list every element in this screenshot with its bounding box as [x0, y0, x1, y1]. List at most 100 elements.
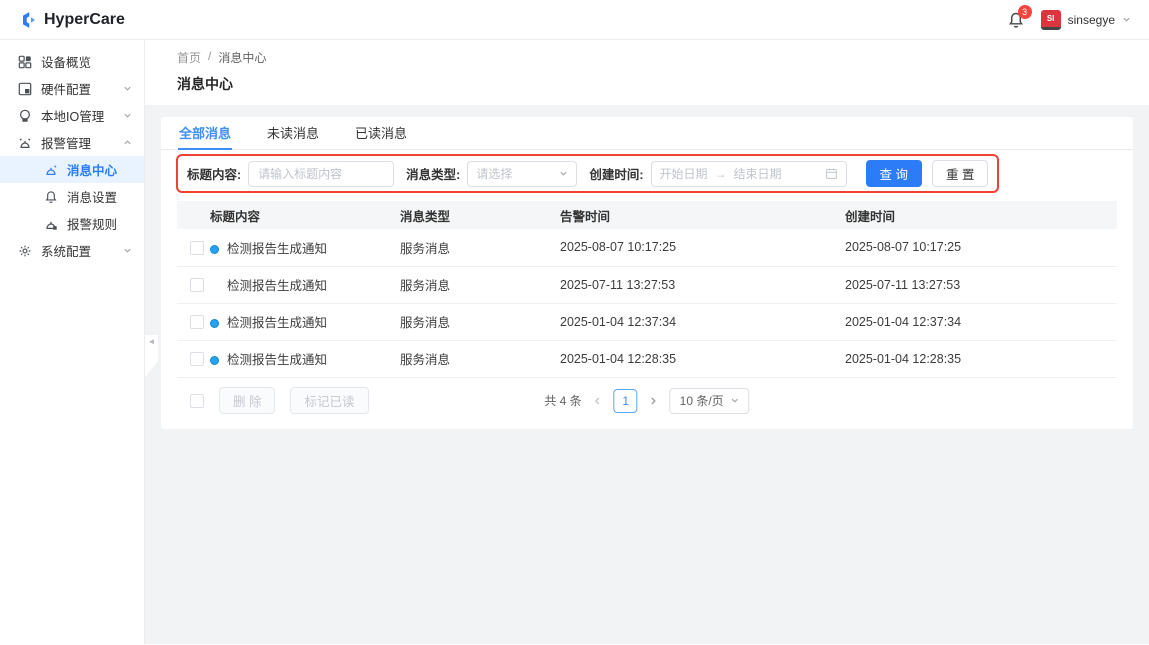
table-footer: 删 除 标记已读 共 4 条 1 10 条/页 — [177, 387, 1117, 415]
brand-logo-icon — [18, 10, 38, 30]
message-title[interactable]: 检测报告生成通知 — [227, 279, 327, 293]
alarm-icon — [18, 136, 32, 150]
username: sinsegye — [1068, 13, 1115, 27]
page-size-select[interactable]: 10 条/页 — [670, 388, 750, 414]
tab-read-messages[interactable]: 已读消息 — [354, 117, 408, 149]
chevron-down-icon — [123, 84, 132, 93]
sidebar-item-label: 报警管理 — [41, 133, 91, 152]
page-size-value: 10 条/页 — [680, 392, 724, 409]
sidebar-item-label: 消息设置 — [67, 187, 117, 206]
bell-icon — [44, 190, 58, 204]
io-management-icon — [18, 109, 32, 123]
sidebar-item-device-overview[interactable]: 设备概览 — [0, 48, 144, 75]
page-title: 消息中心 — [177, 74, 1117, 94]
sidebar-item-system-config[interactable]: 系统配置 — [0, 237, 144, 264]
create-time: 2025-08-07 10:17:25 — [845, 229, 1117, 266]
chevron-up-icon — [123, 138, 132, 147]
reset-button[interactable]: 重 置 — [932, 160, 988, 187]
title-filter-input[interactable] — [248, 161, 394, 187]
top-bar: HyperCare 3 SI sinsegye — [0, 0, 1149, 40]
column-header-title: 标题内容 — [210, 201, 400, 229]
breadcrumb: 首页 / 消息中心 — [177, 49, 1117, 66]
sidebar-item-alarm-rules[interactable]: 报警规则 — [0, 210, 144, 237]
message-type: 服务消息 — [400, 229, 560, 266]
avatar: SI — [1041, 10, 1061, 30]
sidebar-item-label: 消息中心 — [67, 160, 117, 179]
breadcrumb-home[interactable]: 首页 — [177, 49, 201, 66]
layout: 设备概览 硬件配置 本地IO管理 报警管理 消 — [0, 40, 1149, 644]
message-title[interactable]: 检测报告生成通知 — [227, 242, 327, 256]
chevron-down-icon — [731, 396, 740, 405]
message-title[interactable]: 检测报告生成通知 — [227, 316, 327, 330]
page-number-button[interactable]: 1 — [614, 389, 638, 413]
filter-bar-annotation: 标题内容: 消息类型: 请选择 创建时间: 开始日期 → 结束日期 查 询 — [176, 154, 999, 193]
search-button[interactable]: 查 询 — [866, 160, 922, 187]
column-header-create-time: 创建时间 — [845, 201, 1117, 229]
calendar-icon — [825, 167, 838, 180]
alarm-rule-icon — [44, 217, 58, 231]
topbar-right: 3 SI sinsegye — [1007, 10, 1131, 30]
message-tabs: 全部消息 未读消息 已读消息 — [161, 117, 1133, 150]
type-filter-label: 消息类型: — [406, 164, 460, 183]
pagination-total: 共 4 条 — [544, 392, 581, 409]
tab-unread-messages[interactable]: 未读消息 — [266, 117, 320, 149]
chevron-down-icon — [1122, 15, 1131, 24]
chevron-down-icon — [123, 111, 132, 120]
unread-dot-icon — [210, 319, 219, 328]
alarm-time: 2025-07-11 13:27:53 — [560, 266, 845, 303]
row-checkbox[interactable] — [190, 315, 204, 329]
start-date-placeholder: 开始日期 — [660, 165, 708, 182]
notifications-button[interactable]: 3 — [1007, 11, 1025, 29]
checkbox-column-header — [177, 201, 210, 229]
type-filter-select[interactable]: 请选择 — [467, 161, 577, 187]
message-table: 标题内容 消息类型 告警时间 创建时间 检测报告生成通知 服务消息 2025-0… — [177, 201, 1117, 378]
unread-dot-icon — [210, 356, 219, 365]
sidebar-item-local-io[interactable]: 本地IO管理 — [0, 102, 144, 129]
message-type: 服务消息 — [400, 303, 560, 340]
time-filter-label: 创建时间: — [589, 164, 643, 183]
date-range-picker[interactable]: 开始日期 → 结束日期 — [651, 161, 847, 187]
gear-icon — [18, 244, 32, 258]
range-arrow: → — [715, 167, 727, 181]
alarm-time: 2025-01-04 12:28:35 — [560, 340, 845, 377]
end-date-placeholder: 结束日期 — [734, 165, 782, 182]
row-checkbox[interactable] — [190, 241, 204, 255]
mark-read-button[interactable]: 标记已读 — [290, 387, 368, 414]
notification-badge: 3 — [1018, 5, 1032, 19]
sidebar-item-label: 系统配置 — [41, 241, 91, 260]
user-menu[interactable]: SI sinsegye — [1041, 10, 1131, 30]
column-header-type: 消息类型 — [400, 201, 560, 229]
select-all-checkbox[interactable] — [190, 394, 204, 408]
alarm-time: 2025-01-04 12:37:34 — [560, 303, 845, 340]
sidebar-item-hardware-config[interactable]: 硬件配置 — [0, 75, 144, 102]
row-checkbox[interactable] — [190, 352, 204, 366]
sidebar-item-message-settings[interactable]: 消息设置 — [0, 183, 144, 210]
brand-name: HyperCare — [44, 11, 125, 29]
tab-all-messages[interactable]: 全部消息 — [178, 117, 232, 149]
chevron-left-icon[interactable] — [593, 396, 603, 406]
sidebar-item-label: 设备概览 — [41, 52, 91, 71]
table-row: 检测报告生成通知 服务消息 2025-01-04 12:28:35 2025-0… — [177, 340, 1117, 377]
chevron-down-icon — [123, 246, 132, 255]
type-select-placeholder: 请选择 — [476, 165, 512, 182]
sidebar-item-label: 本地IO管理 — [41, 106, 104, 125]
chevron-down-icon — [559, 169, 568, 178]
message-type: 服务消息 — [400, 266, 560, 303]
hardware-icon — [18, 82, 32, 96]
create-time: 2025-01-04 12:28:35 — [845, 340, 1117, 377]
create-time: 2025-07-11 13:27:53 — [845, 266, 1117, 303]
row-checkbox[interactable] — [190, 278, 204, 292]
chevron-right-icon[interactable] — [649, 396, 659, 406]
unread-dot-icon — [210, 245, 219, 254]
sidebar-item-message-center[interactable]: 消息中心 — [0, 156, 144, 183]
title-filter-label: 标题内容: — [187, 164, 241, 183]
sidebar-item-alarm-management[interactable]: 报警管理 — [0, 129, 144, 156]
pagination: 共 4 条 1 10 条/页 — [544, 388, 749, 414]
message-title[interactable]: 检测报告生成通知 — [227, 353, 327, 367]
message-type: 服务消息 — [400, 340, 560, 377]
grid-icon — [18, 55, 32, 69]
table-header-row: 标题内容 消息类型 告警时间 创建时间 — [177, 201, 1117, 229]
delete-button[interactable]: 删 除 — [219, 387, 275, 414]
create-time: 2025-01-04 12:37:34 — [845, 303, 1117, 340]
sidebar-item-label: 硬件配置 — [41, 79, 91, 98]
